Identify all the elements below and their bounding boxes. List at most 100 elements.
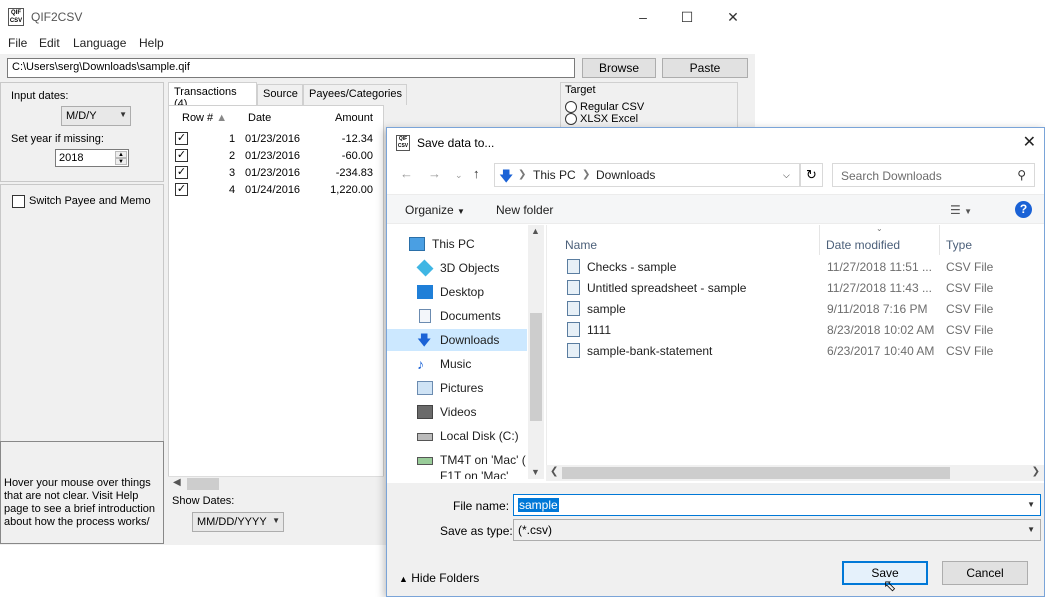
regular-csv-radio[interactable] <box>565 101 577 113</box>
scroll-up-icon[interactable]: ▲ <box>531 226 540 236</box>
nav-item-downloads[interactable]: 🡇 Downloads <box>387 329 527 351</box>
chevron-right-icon: ❯ <box>518 169 527 180</box>
scroll-left-icon[interactable]: ◀ <box>173 477 181 488</box>
switch-payee-memo-checkbox[interactable] <box>12 195 25 208</box>
column-header-date[interactable]: Date <box>248 112 271 124</box>
table-row[interactable]: ✓ 1 01/23/2016 -12.34 <box>169 131 385 148</box>
row-checkbox[interactable]: ✓ <box>175 166 188 179</box>
nav-item-3d-objects[interactable]: 3D Objects <box>387 257 527 279</box>
file-row[interactable]: Checks - sample 11/27/2018 11:51 ... CSV… <box>547 256 1045 277</box>
tab-payees-categories[interactable]: Payees/Categories <box>303 84 407 105</box>
cancel-button[interactable]: Cancel <box>942 561 1028 585</box>
save-type-select[interactable]: (*.csv) ▼ <box>513 519 1041 541</box>
chevron-down-icon[interactable]: ⌵ <box>783 170 790 181</box>
row-checkbox[interactable]: ✓ <box>175 132 188 145</box>
table-row[interactable]: ✓ 2 01/23/2016 -60.00 <box>169 148 385 165</box>
paste-button[interactable]: Paste <box>662 58 748 78</box>
recent-locations-icon[interactable]: ⌄ <box>455 170 463 181</box>
spin-down-icon[interactable]: ▼ <box>115 158 127 165</box>
chevron-down-icon[interactable]: ▼ <box>1027 500 1035 509</box>
show-dates-select[interactable]: MM/DD/YYYY ▼ <box>192 512 284 532</box>
nav-item-this-pc[interactable]: This PC <box>387 233 527 255</box>
nav-item-f1t[interactable]: F1T on 'Mac' (X: <box>387 471 527 479</box>
table-row[interactable]: ✓ 3 01/23/2016 -234.83 <box>169 165 385 182</box>
save-type-value: (*.csv) <box>518 523 552 537</box>
xlsx-excel-label: XLSX Excel <box>580 113 639 125</box>
spin-up-icon[interactable]: ▲ <box>115 151 127 158</box>
nav-item-desktop[interactable]: Desktop <box>387 281 527 303</box>
scroll-down-icon[interactable]: ▼ <box>531 467 540 477</box>
back-icon[interactable]: ← <box>400 166 413 181</box>
xlsx-excel-radio[interactable] <box>565 113 577 125</box>
set-year-label: Set year if missing: <box>11 133 104 145</box>
refresh-icon[interactable]: ↻ <box>800 163 823 187</box>
tab-source[interactable]: Source <box>257 84 303 105</box>
file-row[interactable]: sample-bank-statement 6/23/2017 10:40 AM… <box>547 340 1045 361</box>
nav-label: Desktop <box>440 285 485 299</box>
file-name: Checks - sample <box>587 260 677 274</box>
csv-file-icon <box>567 259 580 274</box>
maximize-icon[interactable]: ☐ <box>676 6 698 28</box>
row-date: 01/23/2016 <box>245 133 301 145</box>
scroll-left-icon[interactable]: ❮ <box>550 466 558 477</box>
file-list-horizontal-scrollbar[interactable]: ❮ ❯ <box>546 465 1044 481</box>
dialog-toolbar: Organize ▼ New folder ☰ ▼ ? <box>387 194 1044 224</box>
scroll-thumb[interactable] <box>530 313 542 421</box>
forward-icon[interactable]: → <box>428 166 441 181</box>
address-bar[interactable]: 🡇 ❯ This PC ❯ Downloads ⌵ <box>494 163 800 187</box>
nav-item-documents[interactable]: Documents <box>387 305 527 327</box>
scroll-right-icon[interactable]: ❯ <box>1032 466 1040 477</box>
column-header-type[interactable]: Type <box>946 238 972 252</box>
switch-panel: Switch Payee and Memo <box>0 184 164 442</box>
file-row[interactable]: sample 9/11/2018 7:16 PM CSV File <box>547 298 1045 319</box>
organize-button[interactable]: Organize ▼ <box>405 203 465 217</box>
nav-item-local-disk[interactable]: Local Disk (C:) <box>387 425 527 447</box>
grid-horizontal-scrollbar[interactable]: ◀ <box>168 476 384 491</box>
close-icon[interactable]: ✕ <box>722 6 744 28</box>
menu-edit[interactable]: Edit <box>39 36 60 50</box>
column-header-name[interactable]: Name <box>565 238 597 252</box>
file-row[interactable]: Untitled spreadsheet - sample 11/27/2018… <box>547 277 1045 298</box>
title-bar: QIF CSV QIF2CSV – ☐ ✕ <box>0 0 755 34</box>
row-checkbox[interactable]: ✓ <box>175 183 188 196</box>
table-row[interactable]: ✓ 4 01/24/2016 1,220.00 <box>169 182 385 199</box>
file-list: Name Date modified ⌄ Type Checks - sampl… <box>546 224 1045 479</box>
nav-label: 3D Objects <box>440 261 500 275</box>
browse-button[interactable]: Browse <box>582 58 656 78</box>
nav-item-pictures[interactable]: Pictures <box>387 377 527 399</box>
nav-item-tm4t[interactable]: TM4T on 'Mac' ( <box>387 449 527 471</box>
nav-label: F1T on 'Mac' (X: <box>440 471 509 479</box>
help-text: Hover your mouse over things that are no… <box>4 477 156 528</box>
new-folder-button[interactable]: New folder <box>496 203 553 217</box>
file-row[interactable]: 1111 8/23/2018 10:02 AM CSV File <box>547 319 1045 340</box>
file-type: CSV File <box>946 302 994 316</box>
tab-transactions[interactable]: Transactions (4) <box>168 82 257 110</box>
nav-item-music[interactable]: ♪ Music <box>387 353 527 375</box>
menu-file[interactable]: File <box>8 36 27 50</box>
hide-folders-button[interactable]: ▲ Hide Folders <box>399 571 479 585</box>
menu-language[interactable]: Language <box>73 36 126 50</box>
help-icon[interactable]: ? <box>1015 201 1032 218</box>
breadcrumb-downloads[interactable]: Downloads <box>596 168 655 182</box>
view-options-icon[interactable]: ☰ ▼ <box>950 203 972 217</box>
minimize-icon[interactable]: – <box>632 6 654 28</box>
search-input[interactable]: Search Downloads ⚲ <box>832 163 1035 187</box>
column-header-amount[interactable]: Amount <box>335 112 373 124</box>
column-header-date-modified[interactable]: Date modified <box>826 238 900 252</box>
scroll-thumb[interactable] <box>187 478 219 490</box>
scroll-thumb[interactable] <box>562 467 950 479</box>
downloads-arrow-icon: 🡇 <box>499 168 514 184</box>
menu-help[interactable]: Help <box>139 36 164 50</box>
nav-vertical-scrollbar[interactable]: ▲ ▼ <box>528 225 544 479</box>
breadcrumb-this-pc[interactable]: This PC <box>533 168 576 182</box>
pictures-icon <box>417 381 433 395</box>
input-dates-select[interactable]: M/D/Y ▼ <box>61 106 131 126</box>
source-path-input[interactable]: C:\Users\serg\Downloads\sample.qif <box>7 58 575 78</box>
close-icon[interactable]: ✕ <box>1023 132 1036 152</box>
year-spinner[interactable]: 2018 ▲ ▼ <box>55 149 129 167</box>
nav-item-videos[interactable]: Videos <box>387 401 527 423</box>
column-header-row[interactable]: Row # ▲ <box>182 112 227 124</box>
row-checkbox[interactable]: ✓ <box>175 149 188 162</box>
file-name-input[interactable]: sample ▼ <box>513 494 1041 516</box>
up-folder-icon[interactable]: ↑ <box>473 166 480 181</box>
